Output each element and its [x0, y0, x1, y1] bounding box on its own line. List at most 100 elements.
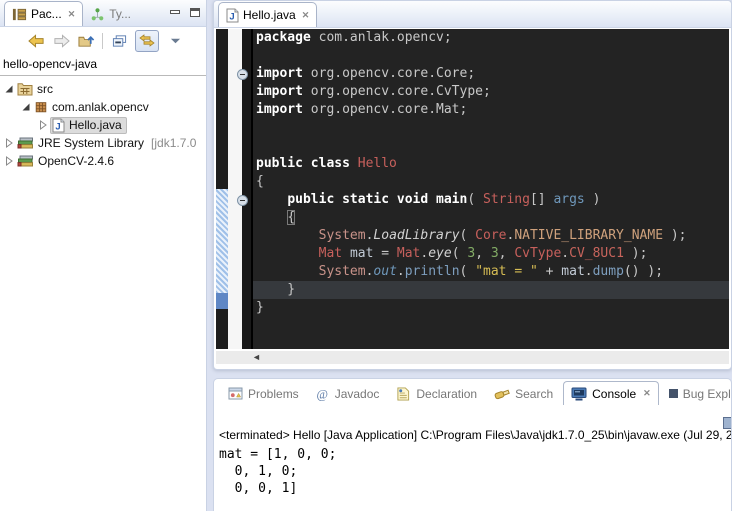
code-token: mat — [561, 264, 584, 279]
code-line — [253, 137, 729, 155]
code-line — [253, 47, 729, 65]
console-page-icon[interactable] — [723, 417, 732, 429]
tab-declaration[interactable]: Declaration — [389, 382, 484, 405]
code-token: ( — [460, 228, 476, 243]
code-token: package — [256, 30, 319, 45]
view-menu-icon — [170, 37, 181, 45]
package-explorer-toolbar — [0, 27, 206, 54]
fold-collapse-icon[interactable] — [237, 69, 248, 80]
tab-label: Ty... — [109, 7, 131, 21]
code-editor[interactable]: package com.anlak.opencv; import org.open… — [216, 29, 729, 349]
tab-bug-explorer[interactable]: Bug Explorer — [662, 382, 732, 405]
tab-label: Problems — [248, 387, 299, 401]
arrow-collapsed-icon[interactable] — [4, 138, 14, 148]
code-token: ) — [585, 192, 601, 207]
code-line: { — [253, 173, 729, 191]
console-output-line: 0, 0, 1] — [219, 480, 731, 497]
tab-console[interactable]: Console ✕ — [563, 381, 659, 405]
scroll-left-arrow-icon[interactable]: ◄ — [252, 351, 261, 364]
link-with-editor-button[interactable] — [135, 30, 159, 52]
console-icon — [571, 387, 587, 401]
code-token: . — [585, 264, 593, 279]
code-token: + — [538, 264, 561, 279]
tab-javadoc[interactable]: @Javadoc — [309, 382, 387, 405]
code-line: Mat mat = Mat.eye( 3, 3, CvType.CV_8UC1 … — [253, 245, 729, 263]
tree-item-opencv-2-4-6[interactable]: OpenCV-2.4.6 — [0, 152, 206, 170]
package-icon — [34, 100, 48, 114]
horizontal-scrollbar[interactable]: ◄ — [216, 351, 729, 364]
tab-label: Pac... — [31, 7, 62, 21]
code-token: { — [256, 174, 264, 189]
maximize-icon[interactable] — [189, 7, 201, 18]
console-status-line: <terminated> Hello [Java Application] C:… — [219, 428, 731, 442]
code-token: org.opencv.core.CvType; — [311, 84, 491, 99]
code-token: , — [499, 246, 515, 261]
tree-item-label: OpenCV-2.4.6 — [38, 154, 114, 168]
code-token: Mat — [397, 246, 420, 261]
forward-arrow-icon — [53, 34, 70, 48]
tree-item-hello-java[interactable]: JHello.java — [0, 116, 206, 134]
arrow-expanded-icon[interactable] — [21, 102, 31, 112]
code-token — [342, 246, 350, 261]
code-line: import org.opencv.core.Core; — [253, 65, 729, 83]
code-token: [] — [530, 192, 553, 207]
code-line: } — [253, 299, 729, 317]
tree-item-body: com.anlak.opencv — [33, 100, 149, 114]
tree-item-label: Hello.java — [69, 118, 122, 132]
tab-label: Console — [592, 387, 636, 401]
minimize-icon[interactable] — [169, 7, 181, 18]
arrow-collapsed-icon[interactable] — [4, 156, 14, 166]
selected-item: JHello.java — [50, 117, 127, 134]
tree-item-com-anlak-opencv[interactable]: com.anlak.opencv — [0, 98, 206, 116]
type-hierarchy-icon — [90, 7, 105, 22]
annotation-ruler[interactable] — [216, 29, 228, 349]
tab-pac[interactable]: Pac... ✕ — [4, 1, 83, 26]
forward-arrow-button[interactable] — [52, 31, 70, 51]
arrow-collapsed-icon[interactable] — [38, 120, 48, 130]
close-icon[interactable]: ✕ — [68, 9, 76, 20]
tab-hello-java[interactable]: J Hello.java ✕ — [218, 2, 317, 27]
code-line: public class Hello — [253, 155, 729, 173]
editor-panel: J Hello.java ✕ package com.anlak.opencv; im… — [213, 0, 732, 370]
code-token: LoadLibrary — [373, 228, 459, 243]
tab-label: Hello.java — [243, 8, 296, 22]
code-token: public static void — [287, 192, 436, 207]
code-token: mat — [350, 246, 373, 261]
code-area[interactable]: package com.anlak.opencv; import org.open… — [253, 29, 729, 317]
collapse-all-icon — [112, 34, 127, 48]
code-token: dump — [593, 264, 624, 279]
console-output[interactable]: mat = [1, 0, 0; 0, 1, 0; 0, 0, 1] — [219, 446, 731, 497]
arrow-expanded-icon[interactable] — [4, 84, 14, 94]
tab-ty[interactable]: Ty... — [83, 2, 138, 26]
code-token: . — [397, 264, 405, 279]
code-token: = — [373, 246, 396, 261]
code-token — [256, 228, 319, 243]
code-token: , — [475, 246, 491, 261]
source-folder-icon — [17, 82, 33, 96]
problems-icon — [228, 387, 243, 400]
tab-search[interactable]: Search — [487, 382, 560, 405]
toolbar-separator — [102, 33, 103, 49]
back-arrow-button[interactable] — [27, 31, 45, 51]
tab-problems[interactable]: Problems — [221, 382, 306, 405]
view-menu-button[interactable] — [166, 31, 184, 51]
collapse-all-button[interactable] — [110, 31, 128, 51]
code-token: com.anlak.opencv; — [319, 30, 452, 45]
project-root-label[interactable]: hello-opencv-java — [0, 54, 206, 76]
tree-item-jre-system-library[interactable]: JRE System Library[jdk1.7.0 — [0, 134, 206, 152]
fold-collapse-icon[interactable] — [237, 195, 248, 206]
java-file-icon: J — [226, 8, 239, 23]
close-icon[interactable]: ✕ — [302, 10, 310, 21]
up-level-button[interactable] — [77, 31, 95, 51]
close-icon[interactable]: ✕ — [643, 388, 651, 399]
code-token: "mat = " — [475, 264, 538, 279]
code-token: . — [561, 246, 569, 261]
code-line: System.LoadLibrary( Core.NATIVE_LIBRARY_… — [253, 227, 729, 245]
up-level-icon — [78, 34, 95, 48]
tree-item-src[interactable]: src — [0, 80, 206, 98]
code-line — [253, 119, 729, 137]
code-line: import org.opencv.core.Mat; — [253, 101, 729, 119]
code-line: } — [253, 281, 729, 299]
code-line: System.out.println( "mat = " + mat.dump(… — [253, 263, 729, 281]
current-range-indicator — [216, 293, 228, 309]
